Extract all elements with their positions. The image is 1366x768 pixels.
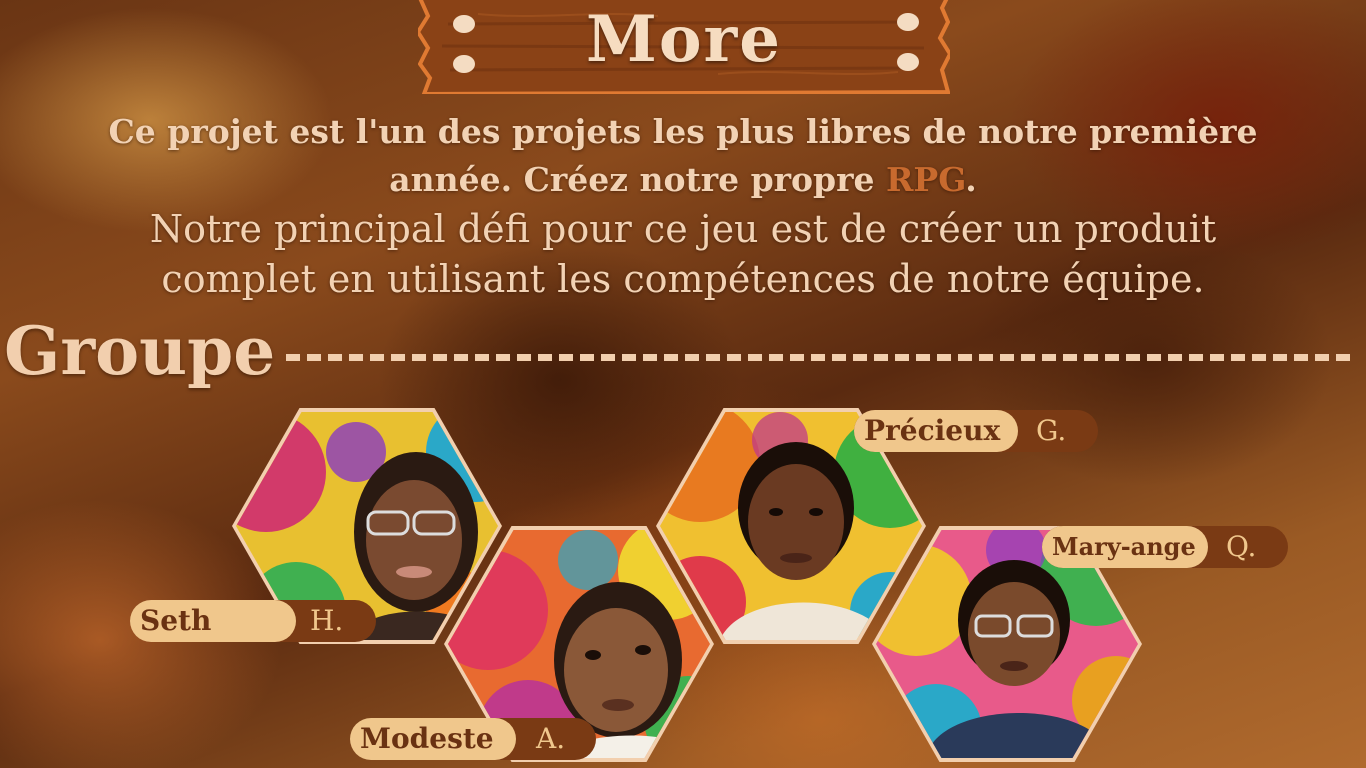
description-lead: Ce projet est l'un des projets les plus … bbox=[100, 108, 1266, 204]
wooden-sign: More bbox=[418, 0, 950, 94]
dashed-divider bbox=[286, 354, 1350, 361]
group-label: Groupe bbox=[4, 312, 276, 390]
more-screen: More Ce projet est l'un des projets les … bbox=[0, 0, 1366, 768]
project-description: Ce projet est l'un des projets les plus … bbox=[100, 108, 1266, 304]
member-tag-precieux: Précieux G. bbox=[854, 410, 1098, 452]
member-tag-modeste: Modeste A. bbox=[350, 718, 596, 760]
description-body: Notre principal défi pour ce jeu est de … bbox=[149, 207, 1217, 301]
member-tag-mary-ange: Mary-ange Q. bbox=[1042, 526, 1288, 568]
member-last-initial: G. bbox=[1036, 414, 1067, 447]
member-last-initial: A. bbox=[536, 722, 566, 755]
member-first-name: Mary-ange bbox=[1042, 526, 1208, 568]
member-tag-seth: Seth H. bbox=[130, 600, 376, 642]
rpg-highlight: RPG bbox=[886, 160, 966, 199]
group-heading: Groupe bbox=[0, 312, 1366, 392]
description-lead-end: . bbox=[965, 160, 977, 199]
description-lead-text: Ce projet est l'un des projets les plus … bbox=[108, 112, 1258, 199]
member-first-name: Précieux bbox=[854, 410, 1018, 452]
member-last-initial: Q. bbox=[1226, 530, 1257, 563]
member-first-name: Modeste bbox=[350, 718, 516, 760]
member-last-initial: H. bbox=[310, 604, 344, 637]
member-first-name: Seth bbox=[130, 600, 296, 642]
page-title: More bbox=[586, 2, 782, 77]
